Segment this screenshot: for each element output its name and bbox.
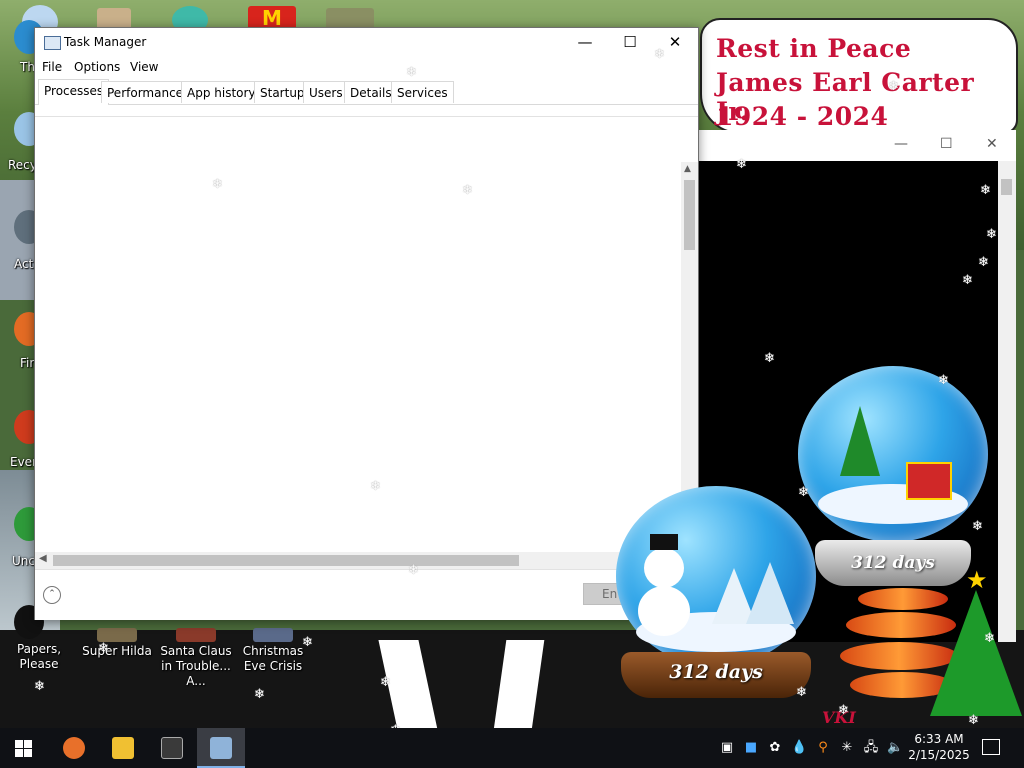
gift-icon	[906, 462, 952, 500]
tray-snowflake-icon[interactable]: ✳	[839, 740, 855, 756]
memorial-banner: Rest in Peace James Earl Carter Jr. 1924…	[700, 18, 1018, 134]
file-explorer-icon	[112, 737, 134, 759]
clock-date: 2/15/2025	[908, 748, 970, 762]
taskbar-firefox[interactable]	[50, 728, 98, 768]
tab-performance[interactable]: Performance	[101, 81, 190, 103]
menu-bar: File Options View	[35, 58, 698, 78]
task-manager-icon	[44, 36, 61, 50]
snow-globe-large	[798, 366, 988, 542]
taskbar: ▣ ■ ✿ 💧 ⚲ ✳ 🖧 🔈 6:33 AM 2/15/2025	[0, 728, 1024, 768]
super-hilda-icon	[97, 628, 137, 642]
footer: ⌃ En	[35, 569, 698, 620]
close-button[interactable]: ✕	[660, 32, 690, 54]
taskbar-task-manager[interactable]	[197, 728, 245, 768]
desktop-icon-label: Ever	[10, 455, 37, 469]
minimize-button[interactable]: —	[570, 32, 600, 54]
days-remaining-label: 312 days	[851, 553, 935, 573]
snowman-body	[638, 586, 690, 636]
maximize-button[interactable]: ☐	[940, 136, 953, 152]
desktop-icon-christmas-eve-crisis[interactable]: Christmas Eve Crisis	[236, 628, 310, 674]
tray-search-icon[interactable]: ⚲	[815, 740, 831, 756]
scrollbar-thumb[interactable]	[1001, 179, 1012, 195]
countdown-window-titlebar[interactable]: — ☐ ✕	[696, 130, 1016, 160]
taskbar-file-explorer[interactable]	[99, 728, 147, 768]
desktop-icon-label: Super Hilda	[82, 644, 152, 658]
globe-stand-small: 312 days	[621, 652, 811, 698]
taskbar-terminal[interactable]	[148, 728, 196, 768]
star-icon: ★	[966, 566, 988, 594]
window-title: Task Manager	[64, 35, 147, 49]
process-list[interactable]	[35, 116, 698, 570]
desktop-icon-papers-please[interactable]: Papers, Please	[2, 642, 76, 672]
desktop-icon-santa-claus[interactable]: Santa Claus in Trouble... A...	[157, 628, 235, 689]
fewer-details-icon[interactable]: ⌃	[43, 586, 61, 604]
clock-time: 6:33 AM	[914, 732, 964, 746]
tab-strip: Processes Performance App history Startu…	[35, 79, 698, 105]
desktop-icon-super-hilda[interactable]: Super Hilda	[80, 628, 154, 659]
scroll-left-icon[interactable]: ◀	[39, 553, 47, 564]
desktop-icon-label: Recy	[8, 158, 37, 172]
santa-claus-icon	[176, 628, 216, 642]
desktop-icon-label: Unc	[12, 554, 35, 568]
christmas-tree-icon	[930, 590, 1022, 716]
tab-details[interactable]: Details	[344, 81, 398, 103]
tab-services[interactable]: Services	[391, 81, 454, 103]
banner-line-3: 1924 - 2024	[716, 102, 889, 131]
menu-file[interactable]: File	[42, 60, 62, 74]
tab-processes[interactable]: Processes	[38, 79, 110, 105]
tab-users[interactable]: Users	[303, 81, 349, 103]
menu-view[interactable]: View	[130, 60, 158, 74]
desktop-icon-label: Fir	[20, 356, 35, 370]
vertical-scrollbar[interactable]	[998, 161, 1016, 642]
scrollbar-thumb[interactable]	[53, 555, 519, 566]
title-bar[interactable]: Task Manager — ☐ ✕	[35, 28, 698, 58]
christmas-eve-crisis-icon	[253, 628, 293, 642]
desktop-icon-label: Act	[14, 257, 34, 271]
network-icon[interactable]: 🖧	[863, 740, 879, 756]
minimize-button[interactable]: —	[894, 136, 908, 152]
maximize-button[interactable]: ☐	[615, 32, 645, 54]
christmas-tree-icon	[840, 406, 880, 476]
snowman-icon	[644, 548, 684, 588]
menu-options[interactable]: Options	[74, 60, 120, 74]
close-button[interactable]: ✕	[986, 136, 998, 152]
snowy-tree-icon	[746, 562, 794, 624]
globe-stand-large: 312 days	[815, 540, 971, 586]
desktop-icon-label: Papers, Please	[16, 642, 62, 671]
task-manager-icon	[210, 737, 232, 759]
tray-drop-icon[interactable]: 💧	[791, 740, 807, 756]
notification-center-icon[interactable]	[982, 739, 1000, 755]
top-hat-icon	[650, 534, 678, 550]
desktop-icon-label: Christmas Eve Crisis	[242, 644, 304, 673]
volume-icon[interactable]: 🔈	[887, 740, 903, 756]
tray-app-icon[interactable]: ■	[743, 740, 759, 756]
banner-line-1: Rest in Peace	[716, 34, 912, 63]
scroll-up-icon[interactable]: ▲	[684, 164, 691, 174]
clock[interactable]: 6:33 AM 2/15/2025	[906, 731, 972, 763]
tray-security-icon[interactable]: ▣	[719, 740, 735, 756]
desktop-icon-label: Th	[20, 60, 35, 74]
days-remaining-label: 312 days	[669, 661, 763, 683]
scrollbar-thumb[interactable]	[684, 180, 695, 250]
snow-globe-small	[616, 486, 816, 666]
tab-app-history[interactable]: App history	[181, 81, 262, 103]
task-manager-window: Task Manager — ☐ ✕ File Options View Pro…	[34, 27, 699, 620]
firefox-icon	[63, 737, 85, 759]
desktop-icon-label: Santa Claus in Trouble... A...	[160, 644, 232, 688]
horizontal-scrollbar[interactable]: ◀	[35, 552, 681, 569]
windows-logo-icon	[15, 740, 32, 757]
terminal-icon	[161, 737, 183, 759]
start-button[interactable]	[0, 728, 48, 768]
tray-color-icon[interactable]: ✿	[767, 740, 783, 756]
partial-countdown-text: VKI	[822, 708, 856, 727]
